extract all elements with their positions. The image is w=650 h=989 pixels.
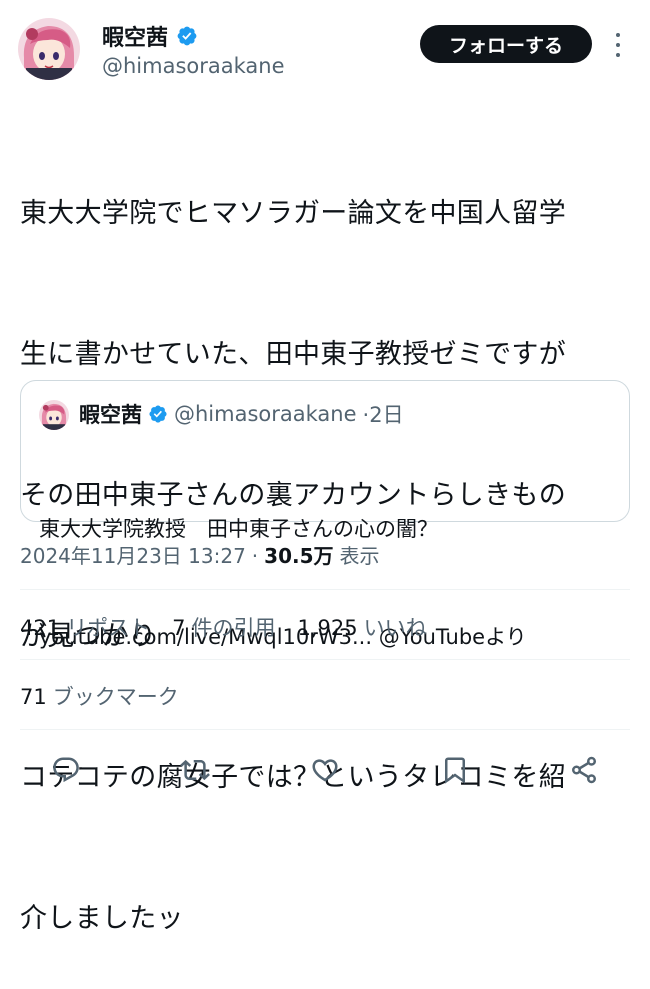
tweet-meta: 2024年11月23日 13:27 · 30.5万 表示 — [20, 540, 380, 569]
quote-author-name: 暇空茜 — [79, 403, 142, 427]
quote-header: 暇空茜 @himasoraakane ·2日 — [79, 399, 404, 429]
divider — [20, 589, 630, 590]
quote-author-handle: @himasoraakane — [174, 402, 357, 426]
avatar-image — [18, 18, 80, 80]
tweet-line: 東大大学院でヒマソラガー論文を中国人留学 — [20, 198, 566, 229]
tweet-line: 生に書かせていた、田中東子教授ゼミですが — [20, 339, 566, 370]
divider — [20, 659, 630, 660]
author-name-row: 暇空茜 — [102, 20, 198, 52]
quotes-label: 件の引用 — [191, 616, 276, 640]
tweet-datetime[interactable]: 2024年11月23日 13:27 — [20, 540, 246, 569]
quotes-stat[interactable]: 7 件の引用 — [172, 612, 275, 642]
quotes-count: 7 — [172, 616, 186, 640]
reposts-stat[interactable]: 421 リポスト — [20, 612, 150, 642]
action-bar — [20, 748, 630, 792]
reply-icon[interactable] — [44, 748, 88, 792]
like-icon[interactable] — [303, 748, 347, 792]
verified-badge-icon — [149, 405, 167, 423]
quote-age: ·2日 — [362, 403, 404, 427]
likes-count: 1,925 — [297, 616, 358, 640]
reposts-label: リポスト — [66, 616, 151, 640]
view-count: 30.5万 — [264, 544, 334, 568]
engagement-stats: 421 リポスト 7 件の引用 1,925 いいね — [20, 612, 427, 642]
repost-icon[interactable] — [173, 748, 217, 792]
follow-button[interactable]: フォローする — [420, 25, 592, 63]
more-icon[interactable] — [611, 30, 625, 60]
likes-label: いいね — [363, 616, 427, 640]
bookmarks-stat[interactable]: 71 ブックマーク — [20, 681, 179, 711]
quote-avatar — [39, 400, 69, 430]
author-name[interactable]: 暇空茜 — [102, 20, 168, 52]
avatar[interactable] — [18, 18, 80, 80]
meta-separator: · — [251, 544, 259, 568]
verified-badge-icon — [177, 26, 197, 46]
quote-tweet-card[interactable]: 暇空茜 @himasoraakane ·2日 東大大学院教授 田中東子さんの心の… — [20, 380, 630, 649]
bookmarks-count: 71 — [20, 685, 47, 709]
view-label: 表示 — [339, 544, 380, 568]
share-icon[interactable] — [562, 748, 606, 792]
bookmark-icon[interactable] — [433, 748, 477, 792]
reposts-count: 421 — [20, 616, 61, 640]
likes-stat[interactable]: 1,925 いいね — [297, 612, 426, 642]
bookmarks-label: ブックマーク — [52, 685, 179, 709]
author-handle[interactable]: @himasoraakane — [102, 54, 285, 78]
divider — [20, 729, 630, 730]
tweet-line: 介しましたッ — [20, 903, 184, 934]
